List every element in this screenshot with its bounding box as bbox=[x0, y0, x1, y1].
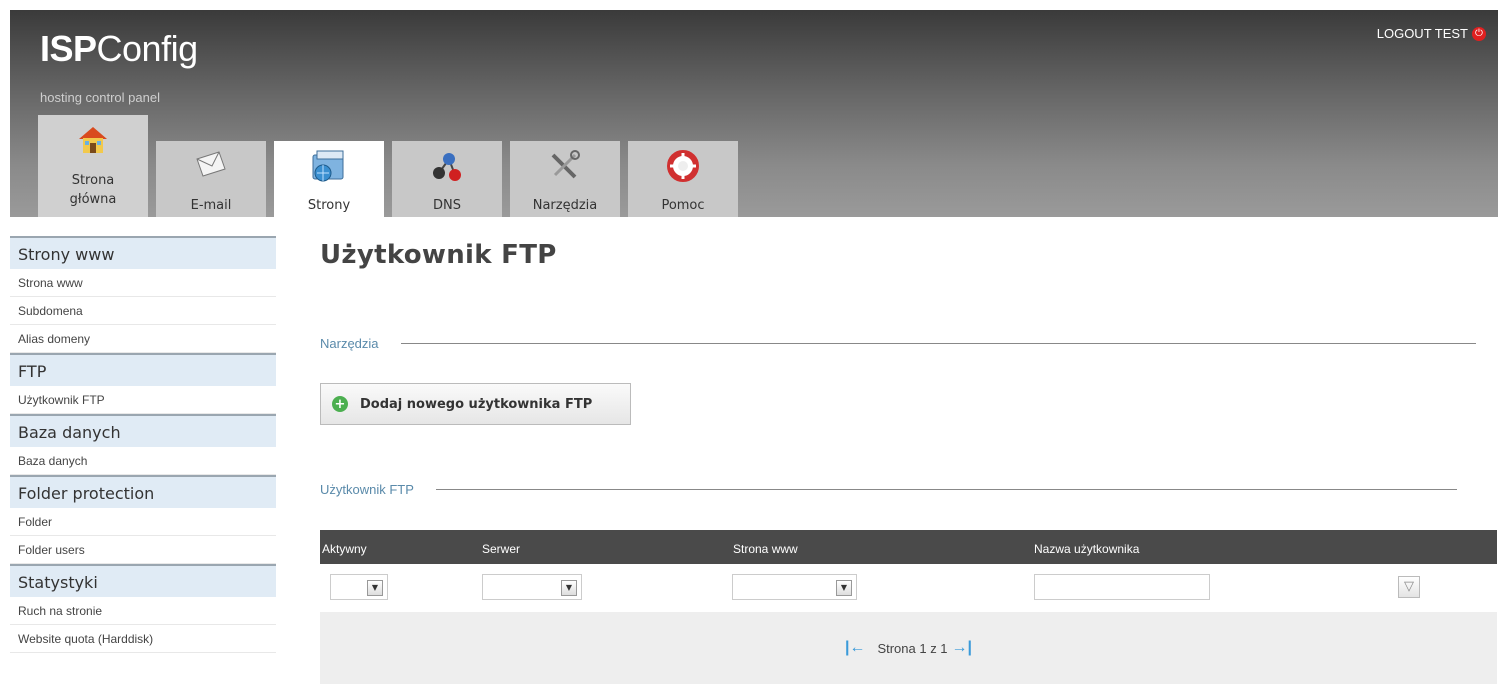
sidebar-item-traffic[interactable]: Ruch na stronie bbox=[10, 597, 276, 625]
sidebar-section-ftp: FTP bbox=[10, 353, 276, 386]
tab-dns-label: DNS bbox=[433, 198, 461, 213]
username-filter-input[interactable] bbox=[1034, 574, 1210, 600]
tab-tools[interactable]: Narzędzia bbox=[510, 141, 620, 217]
home-icon bbox=[79, 127, 107, 153]
pager-text: Strona 1 z 1 bbox=[877, 640, 948, 656]
tools-legend: Narzędzia bbox=[320, 336, 1476, 351]
logout-link[interactable]: LOGOUT TEST ⏻ bbox=[1377, 26, 1486, 41]
power-icon: ⏻ bbox=[1472, 26, 1486, 41]
sidebar-section-statistics: Statystyki bbox=[10, 564, 276, 597]
active-filter-select[interactable]: ▼ bbox=[330, 574, 388, 600]
column-server[interactable]: Serwer bbox=[482, 542, 520, 556]
column-username[interactable]: Nazwa użytkownika bbox=[1034, 542, 1139, 556]
add-ftp-user-button[interactable]: + Dodaj nowego użytkownika FTP bbox=[320, 383, 631, 425]
network-nodes-icon bbox=[433, 153, 461, 181]
plus-icon: + bbox=[332, 396, 348, 412]
sidebar-item-folder-users[interactable]: Folder users bbox=[10, 536, 276, 564]
app-logo: ISPConfig bbox=[40, 28, 198, 69]
tab-email[interactable]: E-mail bbox=[156, 141, 266, 217]
tab-tools-label: Narzędzia bbox=[532, 198, 598, 213]
folder-globe-icon bbox=[312, 150, 344, 182]
filter-row: ▼ ▼ ▼ ▽ bbox=[320, 565, 1497, 612]
sidebar-item-domain-alias[interactable]: Alias domeny bbox=[10, 325, 276, 353]
logout-label: LOGOUT TEST bbox=[1376, 26, 1468, 41]
sidebar: Strony www Strona www Subdomena Alias do… bbox=[10, 236, 276, 653]
tab-help-label: Pomoc bbox=[661, 198, 705, 213]
sidebar-section-sites: Strony www bbox=[10, 236, 276, 269]
legend-divider bbox=[435, 489, 1457, 490]
sidebar-item-ftp-user[interactable]: Użytkownik FTP bbox=[10, 386, 276, 414]
sidebar-item-website-quota[interactable]: Website quota (Harddisk) bbox=[10, 625, 276, 653]
website-filter-select[interactable]: ▼ bbox=[732, 574, 857, 600]
sidebar-item-folder[interactable]: Folder bbox=[10, 508, 276, 536]
column-active[interactable]: Aktywny bbox=[322, 542, 367, 556]
sidebar-item-database[interactable]: Baza danych bbox=[10, 447, 276, 475]
list-legend-label: Użytkownik FTP bbox=[320, 482, 414, 497]
server-filter-select[interactable]: ▼ bbox=[482, 574, 582, 600]
filter-icon[interactable]: ▽ bbox=[1398, 576, 1420, 598]
sidebar-section-folder-protection: Folder protection bbox=[10, 475, 276, 508]
tab-sites[interactable]: Strony bbox=[274, 141, 384, 217]
main-tabs: Strona główna E-mail Strony DNS Narzędzi… bbox=[38, 115, 738, 217]
chevron-down-icon: ▼ bbox=[367, 580, 383, 596]
column-website[interactable]: Strona www bbox=[733, 542, 798, 556]
tab-home[interactable]: Strona główna bbox=[38, 115, 148, 217]
lifebuoy-icon bbox=[667, 150, 699, 182]
envelope-icon bbox=[196, 151, 226, 177]
app-header: ISPConfig hosting control panel LOGOUT T… bbox=[10, 10, 1498, 217]
tab-sites-label: Strony bbox=[307, 198, 351, 213]
sidebar-item-website[interactable]: Strona www bbox=[10, 269, 276, 297]
tools-legend-label: Narzędzia bbox=[320, 336, 379, 351]
tab-home-label: Strona główna bbox=[69, 173, 117, 207]
table-header: Aktywny Serwer Strona www Nazwa użytkown… bbox=[320, 530, 1497, 564]
tab-help[interactable]: Pomoc bbox=[628, 141, 738, 217]
last-page-icon[interactable]: →| bbox=[952, 639, 972, 657]
tagline: hosting control panel bbox=[40, 90, 160, 105]
chevron-down-icon: ▼ bbox=[836, 580, 852, 596]
tab-email-label: E-mail bbox=[190, 198, 232, 213]
sidebar-section-database: Baza danych bbox=[10, 414, 276, 447]
pagination: |← Strona 1 z 1 →| bbox=[320, 612, 1497, 684]
tools-icon bbox=[551, 150, 580, 179]
first-page-icon[interactable]: |← bbox=[845, 639, 865, 657]
chevron-down-icon: ▼ bbox=[561, 580, 577, 596]
add-ftp-user-label: Dodaj nowego użytkownika FTP bbox=[360, 396, 593, 412]
sidebar-item-subdomain[interactable]: Subdomena bbox=[10, 297, 276, 325]
legend-divider bbox=[400, 343, 1476, 344]
list-legend: Użytkownik FTP bbox=[320, 482, 1457, 497]
page-title: Użytkownik FTP bbox=[320, 240, 557, 270]
tab-dns[interactable]: DNS bbox=[392, 141, 502, 217]
